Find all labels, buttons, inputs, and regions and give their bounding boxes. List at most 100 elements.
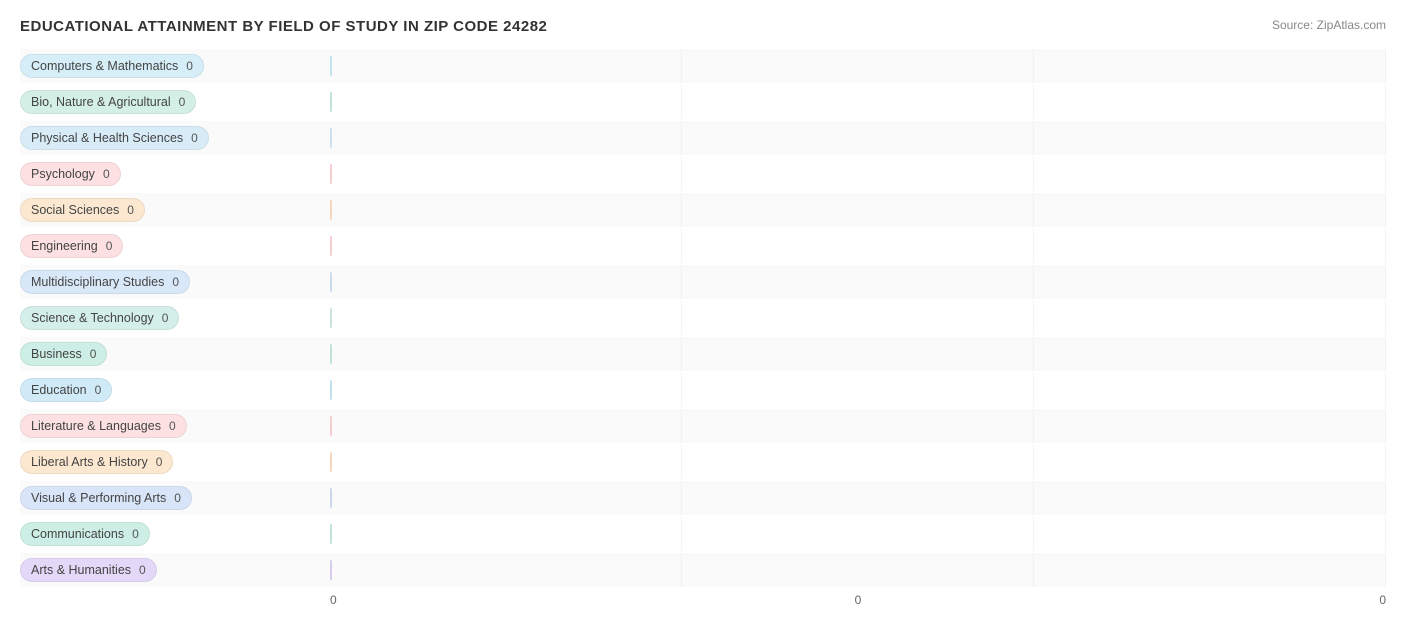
bar-label: Liberal Arts & History [31, 455, 148, 469]
bar-label: Physical & Health Sciences [31, 131, 183, 145]
bar-label: Arts & Humanities [31, 563, 131, 577]
bar-row: Physical & Health Sciences 0 [20, 121, 1386, 155]
bar-row: Business 0 [20, 337, 1386, 371]
bar-pill: Education 0 [20, 378, 112, 402]
bar-label-area: Business 0 [20, 342, 330, 366]
bar-label-area: Arts & Humanities 0 [20, 558, 330, 582]
bar-area [330, 301, 1386, 335]
bar-area [330, 481, 1386, 515]
x-axis-label: 0 [330, 593, 682, 607]
x-axis: 000 [20, 593, 1386, 607]
bar-pill: Liberal Arts & History 0 [20, 450, 173, 474]
chart-container: EDUCATIONAL ATTAINMENT BY FIELD OF STUDY… [0, 0, 1406, 637]
bar-area [330, 445, 1386, 479]
bar-row: Literature & Languages 0 [20, 409, 1386, 443]
bar-fill [330, 416, 332, 436]
bar-row: Social Sciences 0 [20, 193, 1386, 227]
bar-pill: Psychology 0 [20, 162, 121, 186]
bar-pill: Computers & Mathematics 0 [20, 54, 204, 78]
x-axis-label: 0 [682, 593, 1034, 607]
bar-area [330, 49, 1386, 83]
bar-area [330, 229, 1386, 263]
bar-label: Education [31, 383, 87, 397]
bar-value: 0 [119, 203, 134, 217]
chart-header: EDUCATIONAL ATTAINMENT BY FIELD OF STUDY… [20, 18, 1386, 35]
bar-label-area: Social Sciences 0 [20, 198, 330, 222]
bar-value: 0 [124, 527, 139, 541]
bar-pill: Arts & Humanities 0 [20, 558, 157, 582]
bar-fill [330, 560, 332, 580]
bar-label: Business [31, 347, 82, 361]
chart-body: Computers & Mathematics 0 Bio, Nature & … [20, 49, 1386, 589]
bar-value: 0 [171, 95, 186, 109]
bar-value: 0 [161, 419, 176, 433]
bar-label-area: Multidisciplinary Studies 0 [20, 270, 330, 294]
bar-value: 0 [82, 347, 97, 361]
bar-value: 0 [98, 239, 113, 253]
bar-fill [330, 488, 332, 508]
bar-pill: Science & Technology 0 [20, 306, 179, 330]
bar-row: Science & Technology 0 [20, 301, 1386, 335]
bar-label: Science & Technology [31, 311, 154, 325]
bar-label-area: Engineering 0 [20, 234, 330, 258]
chart-source: Source: ZipAtlas.com [1272, 18, 1386, 32]
bar-label-area: Bio, Nature & Agricultural 0 [20, 90, 330, 114]
bar-row: Arts & Humanities 0 [20, 553, 1386, 587]
bar-value: 0 [178, 59, 193, 73]
bar-label-area: Science & Technology 0 [20, 306, 330, 330]
bar-area [330, 265, 1386, 299]
bar-fill [330, 92, 332, 112]
bar-area [330, 553, 1386, 587]
bar-value: 0 [154, 311, 169, 325]
bar-area [330, 157, 1386, 191]
bar-row: Engineering 0 [20, 229, 1386, 263]
bar-label: Literature & Languages [31, 419, 161, 433]
bar-row: Visual & Performing Arts 0 [20, 481, 1386, 515]
bar-label: Bio, Nature & Agricultural [31, 95, 171, 109]
bar-row: Bio, Nature & Agricultural 0 [20, 85, 1386, 119]
bar-label: Social Sciences [31, 203, 119, 217]
bar-row: Communications 0 [20, 517, 1386, 551]
bar-label: Computers & Mathematics [31, 59, 178, 73]
bar-fill [330, 128, 332, 148]
bar-fill [330, 344, 332, 364]
bar-row: Liberal Arts & History 0 [20, 445, 1386, 479]
bar-pill: Engineering 0 [20, 234, 123, 258]
x-axis-label: 0 [1034, 593, 1386, 607]
chart-title: EDUCATIONAL ATTAINMENT BY FIELD OF STUDY… [20, 18, 547, 35]
bar-area [330, 373, 1386, 407]
bar-row: Multidisciplinary Studies 0 [20, 265, 1386, 299]
bar-area [330, 337, 1386, 371]
bar-fill [330, 164, 332, 184]
bar-value: 0 [87, 383, 102, 397]
bar-label-area: Communications 0 [20, 522, 330, 546]
bar-pill: Social Sciences 0 [20, 198, 145, 222]
bar-row: Psychology 0 [20, 157, 1386, 191]
bar-area [330, 409, 1386, 443]
bar-value: 0 [131, 563, 146, 577]
bar-label: Engineering [31, 239, 98, 253]
bar-value: 0 [148, 455, 163, 469]
bar-label-area: Physical & Health Sciences 0 [20, 126, 330, 150]
bar-area [330, 517, 1386, 551]
bar-fill [330, 56, 332, 76]
bar-fill [330, 272, 332, 292]
bar-value: 0 [95, 167, 110, 181]
bar-fill [330, 524, 332, 544]
bar-label: Psychology [31, 167, 95, 181]
bar-fill [330, 200, 332, 220]
bar-label-area: Visual & Performing Arts 0 [20, 486, 330, 510]
bar-area [330, 85, 1386, 119]
bar-label-area: Psychology 0 [20, 162, 330, 186]
bar-fill [330, 236, 332, 256]
bar-pill: Literature & Languages 0 [20, 414, 187, 438]
bar-pill: Bio, Nature & Agricultural 0 [20, 90, 196, 114]
bar-fill [330, 380, 332, 400]
bar-pill: Communications 0 [20, 522, 150, 546]
bar-value: 0 [164, 275, 179, 289]
bar-label-area: Liberal Arts & History 0 [20, 450, 330, 474]
bar-value: 0 [183, 131, 198, 145]
bar-fill [330, 308, 332, 328]
bar-label: Multidisciplinary Studies [31, 275, 164, 289]
bar-area [330, 121, 1386, 155]
